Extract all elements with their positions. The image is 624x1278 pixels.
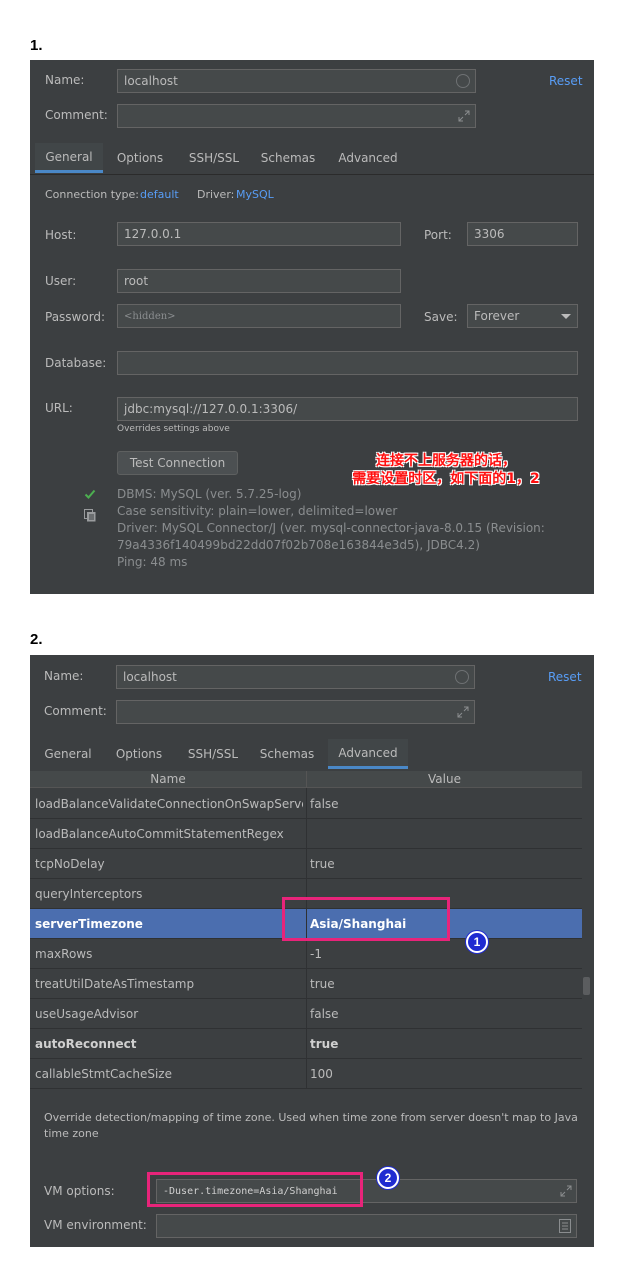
connection-type-link[interactable]: default (140, 188, 179, 201)
comment-label: Comment: (45, 108, 108, 122)
chevron-down-icon (561, 314, 571, 319)
url-label: URL: (45, 401, 73, 415)
highlight-box-vm-options (147, 1172, 363, 1207)
tab-schemas[interactable]: Schemas (253, 739, 321, 769)
status-case-sensitivity: Case sensitivity: plain=lower, delimited… (117, 504, 398, 518)
tab-advanced[interactable]: Advanced (328, 739, 408, 769)
status-driver-line1: Driver: MySQL Connector/J (ver. mysql-co… (117, 521, 545, 535)
comment-label: Comment: (44, 704, 107, 718)
highlight-box-timezone (282, 897, 450, 941)
user-input[interactable]: root (117, 269, 401, 293)
reset-link[interactable]: Reset (549, 74, 583, 88)
tab-ssh-ssl[interactable]: SSH/SSL (179, 143, 249, 173)
tab-advanced[interactable]: Advanced (331, 143, 405, 173)
url-hint: Overrides settings above (117, 424, 230, 434)
name-label: Name: (44, 669, 84, 683)
reset-link[interactable]: Reset (548, 670, 582, 684)
color-picker-icon[interactable] (456, 74, 470, 88)
status-dbms: DBMS: MySQL (ver. 5.7.25-log) (117, 487, 302, 501)
host-label: Host: (45, 228, 77, 242)
database-label: Database: (45, 356, 107, 370)
database-input[interactable] (117, 351, 578, 375)
tab-ssh-ssl[interactable]: SSH/SSL (178, 739, 248, 769)
badge-2: 2 (377, 1167, 399, 1189)
vm-options-label: VM options: (44, 1184, 115, 1198)
section-1-label: 1. (30, 37, 43, 54)
name-input[interactable]: localhost (117, 69, 476, 93)
driver-label: Driver: (197, 188, 235, 201)
document-icon[interactable] (559, 1219, 571, 1233)
save-label: Save: (424, 310, 458, 324)
tab-divider (30, 174, 594, 175)
user-label: User: (45, 274, 77, 288)
property-description: Override detection/mapping of time zone.… (44, 1111, 578, 1140)
status-ping: Ping: 48 ms (117, 555, 188, 569)
vm-environment-label: VM environment: (44, 1218, 147, 1232)
badge-1: 1 (466, 931, 488, 953)
host-input[interactable]: 127.0.0.1 (117, 222, 401, 246)
port-input[interactable]: 3306 (467, 222, 578, 246)
color-picker-icon[interactable] (455, 670, 469, 684)
table-scrollbar[interactable] (582, 771, 592, 1089)
column-header-value[interactable]: Value (307, 771, 582, 788)
table-header: Name Value (30, 771, 582, 788)
driver-link[interactable]: MySQL (236, 188, 274, 201)
connection-type-label: Connection type: (45, 188, 140, 201)
tab-bar: General Options SSH/SSL Schemas Advanced (30, 739, 594, 769)
connection-dialog-advanced: Name: localhost Reset Comment: General O… (30, 655, 594, 1247)
port-label: Port: (424, 228, 452, 242)
test-connection-button[interactable]: Test Connection (117, 451, 238, 475)
name-label: Name: (45, 73, 85, 87)
tab-general[interactable]: General (35, 739, 101, 769)
tab-general[interactable]: General (35, 143, 103, 173)
copy-icon[interactable] (84, 509, 96, 522)
tab-options[interactable]: Options (109, 143, 171, 173)
connection-dialog-general: Name: localhost Reset Comment: General O… (30, 60, 594, 594)
check-icon (84, 488, 96, 500)
annotation-note: 连接不上服务器的话， 需要设置时区，如下面的1，2 (352, 453, 540, 487)
status-driver-line2: 79a4336f140499bd22dd07f02b708e163844e3d5… (117, 538, 480, 552)
scrollbar-thumb[interactable] (583, 977, 590, 995)
name-value: localhost (124, 74, 178, 88)
url-input[interactable]: jdbc:mysql://127.0.0.1:3306/ (117, 397, 578, 421)
expand-icon[interactable] (457, 706, 469, 718)
name-input[interactable]: localhost (116, 665, 475, 689)
expand-icon[interactable] (560, 1185, 572, 1197)
expand-icon[interactable] (458, 110, 470, 122)
password-label: Password: (45, 310, 106, 324)
password-input[interactable]: <hidden> (117, 304, 401, 328)
column-header-name[interactable]: Name (30, 771, 306, 788)
comment-input[interactable] (116, 700, 475, 724)
tab-bar: General Options SSH/SSL Schemas Advanced (30, 143, 594, 173)
comment-input[interactable] (117, 104, 476, 128)
vm-environment-input[interactable] (156, 1214, 577, 1238)
tab-options[interactable]: Options (109, 739, 169, 769)
tab-schemas[interactable]: Schemas (254, 143, 322, 173)
section-2-label: 2. (30, 631, 43, 648)
